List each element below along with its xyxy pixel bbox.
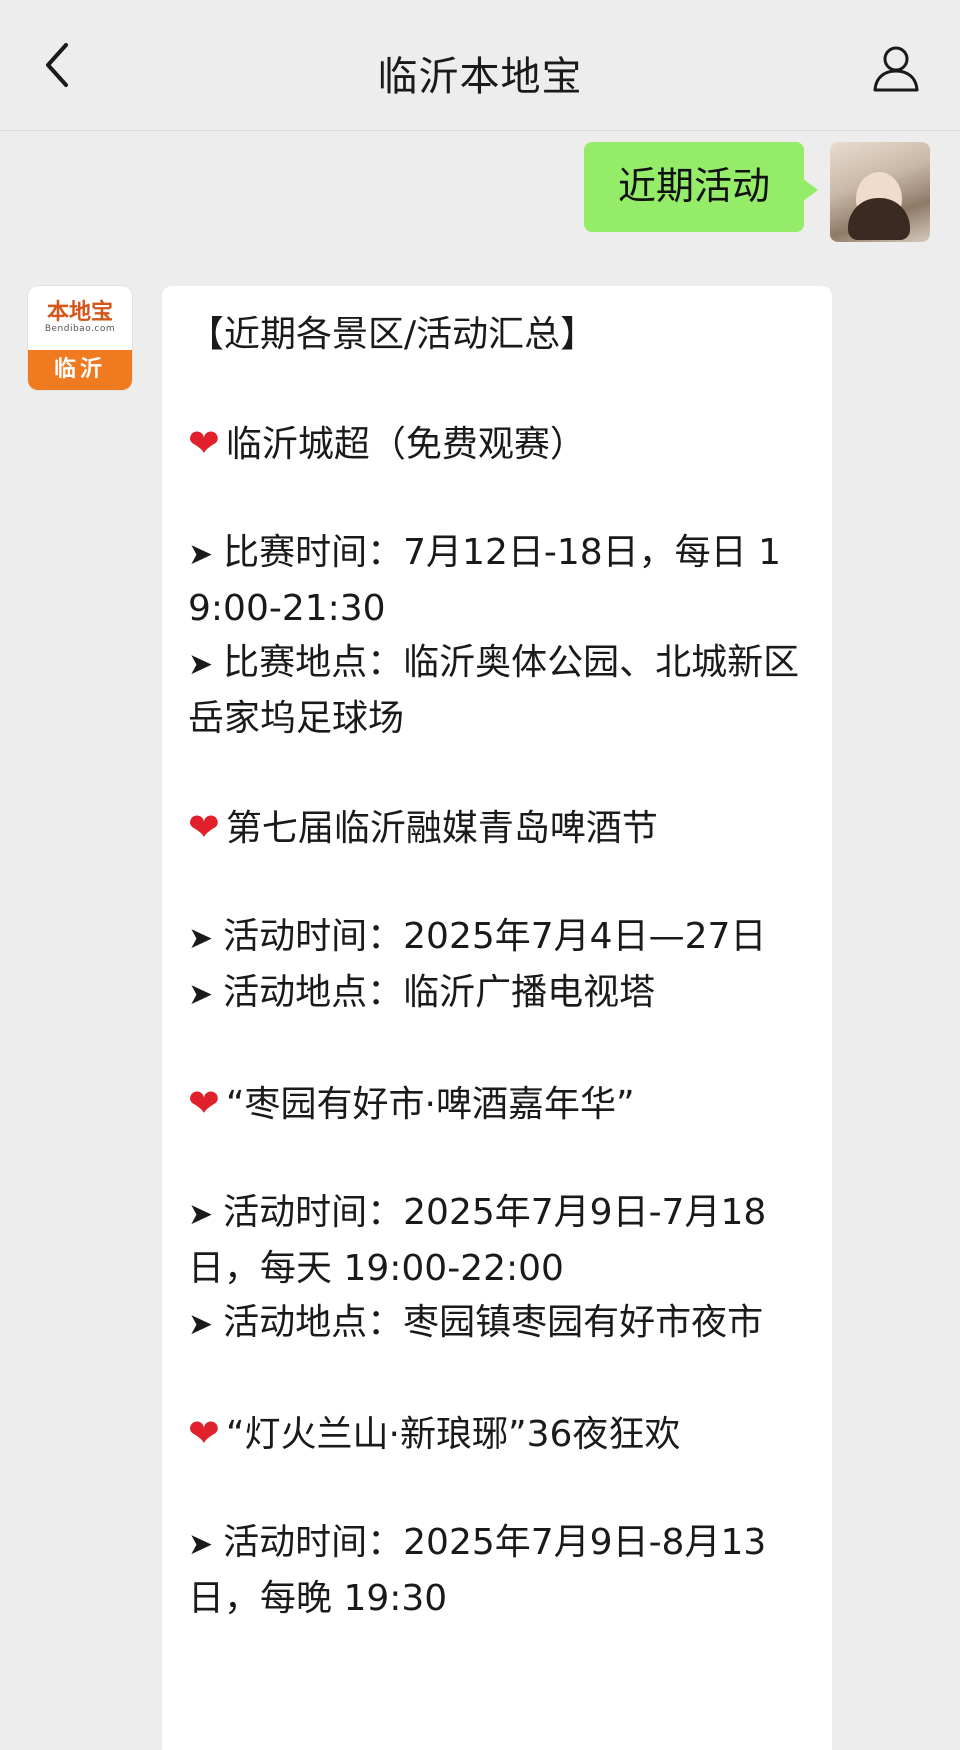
detail-line: ➤ 比赛地点：临沂奥体公园、北城新区岳家坞足球场: [188, 636, 808, 746]
section-title-text: “灯火兰山·新琅琊”36夜狂欢: [225, 1414, 681, 1455]
logo-text: 本地宝: [46, 299, 113, 325]
arrow-icon: ➤: [188, 921, 214, 956]
section-title: ❤ “灯火兰山·新琅琊”36夜狂欢: [188, 1406, 808, 1462]
outgoing-message: 近期活动: [583, 142, 930, 242]
section-title: ❤ 临沂城超（免费观赛）: [188, 416, 808, 472]
section-title-text: 第七届临沂融媒青岛啤酒节: [225, 808, 658, 849]
heart-icon: ❤: [188, 805, 220, 849]
section-title: ❤ 第七届临沂融媒青岛啤酒节: [188, 800, 808, 856]
logo-subtext: Bendibao.com: [44, 324, 116, 334]
heart-icon: ❤: [188, 1411, 220, 1455]
user-avatar[interactable]: [830, 142, 930, 242]
arrow-icon: ➤: [188, 977, 214, 1012]
arrow-icon: ➤: [188, 1307, 214, 1342]
section-title: ❤ “枣园有好市·啤酒嘉年华”: [188, 1076, 808, 1132]
detail-line: ➤ 活动时间：2025年7月9日-8月13日，每晚 19:30: [188, 1516, 808, 1626]
heart-icon: ❤: [188, 421, 220, 465]
detail-text: 活动时间：2025年7月9日-8月13日，每晚 19:30: [188, 1522, 767, 1619]
detail-text: 比赛地点：临沂奥体公园、北城新区岳家坞足球场: [188, 642, 800, 739]
heart-icon: ❤: [188, 1081, 220, 1125]
incoming-message: 本地宝 Bendibao.com 临沂 【近期各景区/活动汇总】 ❤ 临沂城超（免…: [28, 286, 832, 1750]
detail-text: 比赛时间：7月12日-18日，每日 19:00-21:30: [188, 532, 782, 629]
detail-text: 活动地点：临沂广播电视塔: [223, 972, 656, 1013]
arrow-icon: ➤: [188, 647, 214, 682]
arrow-icon: ➤: [188, 537, 214, 572]
detail-line: ➤ 活动时间：2025年7月9日-7月18日，每天 19:00-22:00: [188, 1186, 808, 1296]
profile-button[interactable]: [868, 40, 924, 96]
detail-line: ➤ 活动地点：临沂广播电视塔: [188, 966, 808, 1022]
detail-text: 活动地点：枣园镇枣园有好市夜市: [223, 1302, 764, 1343]
detail-line: ➤ 活动时间：2025年7月4日—27日: [188, 910, 808, 966]
detail-text: 活动时间：2025年7月9日-7月18日，每天 19:00-22:00: [188, 1192, 767, 1289]
nav-bar: 临沂本地宝: [0, 0, 960, 131]
arrow-icon: ➤: [188, 1527, 214, 1562]
message-header: 【近期各景区/活动汇总】: [188, 314, 597, 355]
detail-line: ➤ 比赛时间：7月12日-18日，每日 19:00-21:30: [188, 526, 808, 636]
detail-line: ➤ 活动地点：枣园镇枣园有好市夜市: [188, 1296, 808, 1352]
incoming-bubble[interactable]: 【近期各景区/活动汇总】 ❤ 临沂城超（免费观赛） ➤ 比赛时间：7月12日-18日…: [162, 286, 832, 1750]
bendibao-avatar[interactable]: 本地宝 Bendibao.com 临沂: [28, 286, 132, 390]
chat-title: 临沂本地宝: [377, 54, 583, 100]
section-title-text: 临沂城超（免费观赛）: [225, 424, 586, 465]
logo-city: 临沂: [28, 350, 132, 390]
outgoing-bubble[interactable]: 近期活动: [583, 142, 819, 232]
person-icon: [873, 46, 919, 92]
chat-screen: 临沂本地宝 近期活动 本地宝 Bendibao.com 临沂 【近期各景区/活动…: [0, 0, 960, 1750]
section-title-text: “枣园有好市·啤酒嘉年华”: [225, 1084, 635, 1125]
arrow-icon: ➤: [188, 1197, 214, 1232]
detail-text: 活动时间：2025年7月4日—27日: [223, 916, 767, 957]
